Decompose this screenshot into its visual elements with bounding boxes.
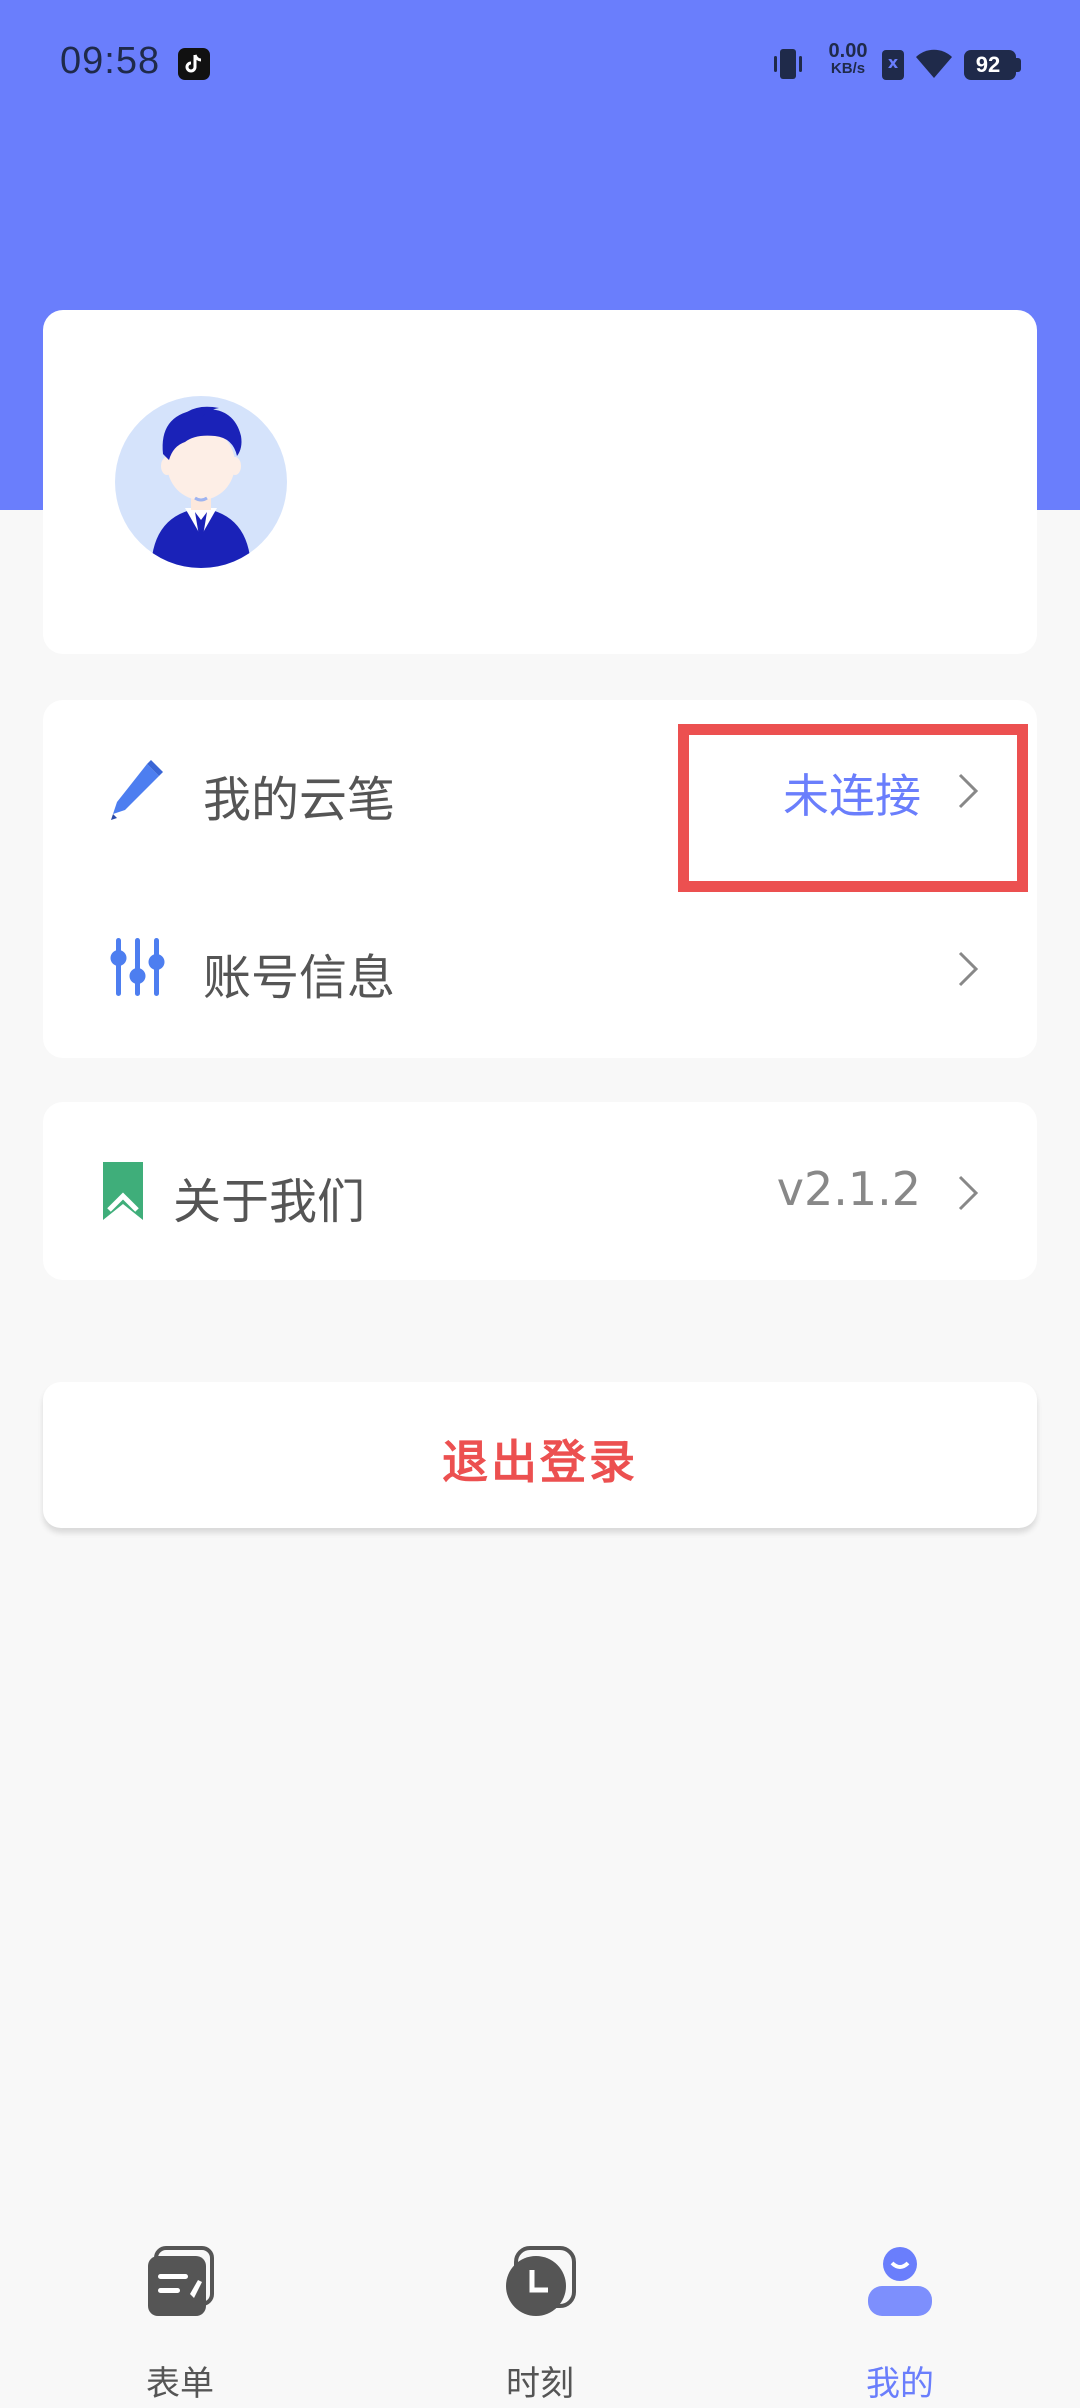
menu-row-about-us-label: 关于我们 — [173, 1174, 366, 1230]
profile-card — [43, 310, 1037, 654]
user-avatar-icon[interactable] — [115, 396, 287, 568]
menu-row-account-info[interactable]: 账号信息 — [43, 880, 1037, 1058]
logout-button[interactable]: 退出登录 — [43, 1382, 1037, 1528]
network-speed: 0.00 KB/s — [820, 40, 876, 78]
bookmark-icon — [103, 1162, 143, 1220]
sim-card-mark: x — [887, 53, 899, 72]
battery-tip — [1016, 58, 1021, 72]
battery-indicator: 92 — [964, 50, 1016, 80]
network-speed-value: 0.00 — [828, 40, 868, 62]
sliders-icon — [110, 938, 165, 996]
wifi-icon — [916, 49, 952, 78]
highlight-box — [678, 724, 1028, 892]
tab-mine-label: 我的 — [866, 2364, 934, 2404]
battery-level: 92 — [975, 52, 1001, 77]
chevron-right-icon — [958, 951, 979, 987]
menu-row-account-info-label: 账号信息 — [203, 950, 396, 1006]
tab-form[interactable]: 表单 — [80, 2208, 280, 2408]
network-speed-unit: KB/s — [830, 60, 866, 77]
status-bar: 09:58 0.00 KB/s x 92 — [0, 0, 1080, 126]
chevron-right-icon — [958, 1175, 979, 1211]
logout-label: 退出登录 — [442, 1435, 638, 1489]
vibrate-icon — [774, 49, 802, 79]
profile-page: 09:58 0.00 KB/s x 92 我的云笔 未连接 账号信息 关于我们 … — [0, 0, 1080, 2408]
tiktok-notification-icon — [178, 48, 210, 80]
tab-moments-label: 时刻 — [506, 2364, 574, 2404]
pen-icon — [111, 760, 163, 820]
tab-mine[interactable]: 我的 — [800, 2208, 1000, 2408]
clock-icon — [506, 2246, 576, 2316]
status-time: 09:58 — [60, 40, 161, 82]
about-card: 关于我们 v2.1.2 — [43, 1102, 1037, 1280]
app-version: v2.1.2 — [776, 1162, 921, 1216]
bottom-tab-bar: 表单 时刻 我的 — [0, 2208, 1080, 2408]
form-icon — [148, 2246, 214, 2316]
sim-card-icon: x — [882, 50, 904, 80]
menu-row-about-us[interactable]: 关于我们 v2.1.2 — [43, 1102, 1037, 1280]
tab-form-label: 表单 — [146, 2364, 214, 2404]
profile-icon — [868, 2247, 932, 2316]
tab-moments[interactable]: 时刻 — [440, 2208, 640, 2408]
menu-row-cloud-pen-label: 我的云笔 — [203, 772, 396, 828]
